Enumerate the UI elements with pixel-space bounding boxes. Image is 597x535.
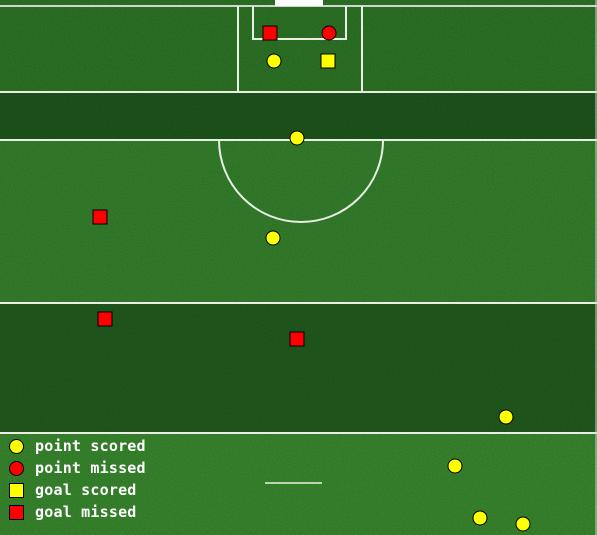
shot-marker-goal-missed [262, 25, 278, 41]
legend-goal-scored-icon [9, 483, 24, 498]
shot-marker-point-scored [289, 130, 305, 146]
shot-marker-point-scored [498, 409, 514, 425]
shot-marker-point-missed [321, 25, 337, 41]
shot-marker-goal-scored [320, 53, 336, 69]
shot-marker-point-scored [265, 230, 281, 246]
legend-label: goal missed [35, 503, 137, 521]
legend-point-missed-icon [9, 461, 24, 476]
shot-marker-goal-missed [92, 209, 108, 225]
legend-label: point scored [35, 437, 146, 455]
legend-label: goal scored [35, 481, 137, 499]
legend-point-scored-icon [9, 439, 24, 454]
legend-item: goal missed [8, 502, 208, 524]
shot-marker-point-scored [472, 510, 488, 526]
legend-item: goal scored [8, 480, 208, 502]
shot-marker-point-scored [515, 516, 531, 532]
legend: point scored point missed goal scored go… [8, 436, 208, 524]
legend-item: point missed [8, 458, 208, 480]
shot-marker-point-scored [266, 53, 282, 69]
legend-label: point missed [35, 459, 146, 477]
legend-item: point scored [8, 436, 208, 458]
shot-marker-goal-missed [97, 311, 113, 327]
legend-goal-missed-icon [9, 505, 24, 520]
shot-marker-point-scored [447, 458, 463, 474]
goal-mouth [275, 0, 323, 6]
shot-marker-goal-missed [289, 331, 305, 347]
